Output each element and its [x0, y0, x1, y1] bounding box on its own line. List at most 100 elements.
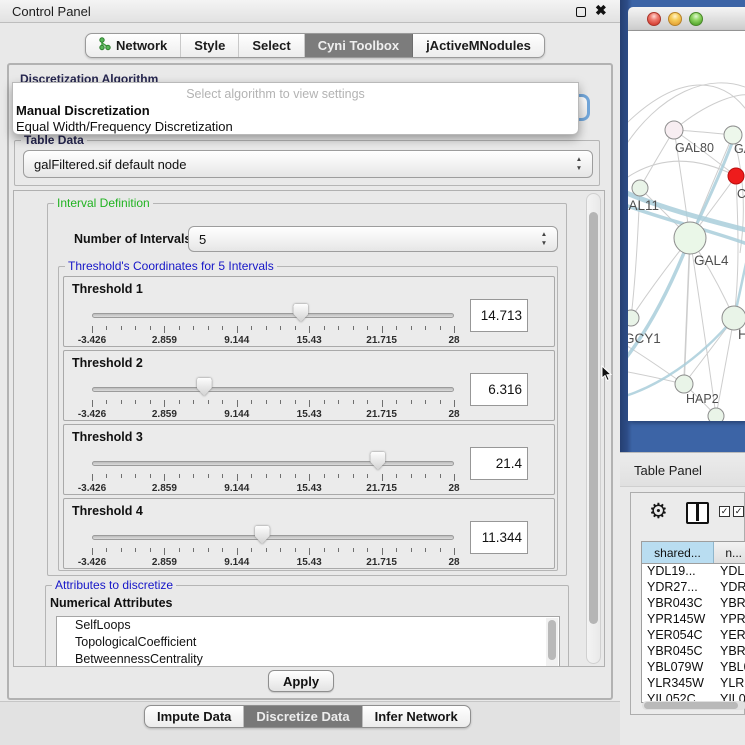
- number-of-intervals-combobox[interactable]: 5 ▲▼: [188, 226, 558, 252]
- group-title-table-data: Table Data: [21, 133, 87, 147]
- tick-mark: [353, 474, 354, 478]
- tick-mark: [150, 400, 151, 404]
- threshold-slider-track[interactable]: [92, 387, 454, 392]
- checkbox-icon[interactable]: ✓: [719, 506, 730, 517]
- tab-network[interactable]: Network: [86, 34, 181, 57]
- list-item[interactable]: SelfLoops: [57, 617, 559, 634]
- list-item[interactable]: BetweennessCentrality: [57, 651, 559, 667]
- tick-mark: [353, 548, 354, 552]
- node-table[interactable]: shared... n... YDL19...YDL1YDR27...YDR2Y…: [641, 541, 745, 703]
- threshold-slider-track[interactable]: [92, 461, 454, 466]
- network-edge: [628, 85, 745, 128]
- tick-label: 2.859: [134, 409, 194, 420]
- table-hscroll-thumb[interactable]: [644, 702, 738, 709]
- network-node-GAL80[interactable]: [665, 121, 683, 139]
- tab-style[interactable]: Style: [181, 34, 239, 57]
- tick-mark: [309, 474, 310, 481]
- vertical-scrollbar-thumb[interactable]: [589, 212, 598, 624]
- network-node-node-red[interactable]: [728, 168, 744, 184]
- tab-select[interactable]: Select: [239, 34, 304, 57]
- table-row[interactable]: YDR27...YDR2: [642, 580, 745, 596]
- zoom-traffic-icon[interactable]: [689, 12, 703, 26]
- threshold-slider-handle[interactable]: [370, 452, 385, 470]
- attributes-scrollbar-thumb[interactable]: [548, 620, 556, 660]
- network-node-HAP2[interactable]: [675, 375, 693, 393]
- close-icon[interactable]: ✖: [595, 2, 607, 19]
- tick-mark: [411, 326, 412, 330]
- threshold-slider-handle[interactable]: [255, 526, 270, 544]
- vertical-scrollbar[interactable]: [586, 193, 601, 664]
- tab-discretize-data[interactable]: Discretize Data: [244, 706, 362, 727]
- table-row[interactable]: YBL079WYBL0: [642, 660, 745, 676]
- tick-mark: [121, 548, 122, 552]
- table-row[interactable]: YER054CYER0: [642, 628, 745, 644]
- table-horizontal-scrollbar[interactable]: [642, 701, 745, 710]
- tick-label: 9.144: [207, 335, 267, 346]
- tick-mark: [440, 326, 441, 330]
- apply-button[interactable]: Apply: [268, 670, 334, 692]
- threshold-value-field[interactable]: 11.344: [470, 521, 528, 554]
- tick-mark: [193, 400, 194, 404]
- column-header-name[interactable]: n...: [714, 542, 745, 563]
- tick-mark: [164, 548, 165, 555]
- tab-infer-network[interactable]: Infer Network: [363, 706, 470, 727]
- tick-mark: [179, 400, 180, 404]
- tab-cyni-toolbox[interactable]: Cyni Toolbox: [305, 34, 413, 57]
- tab-label: Network: [116, 38, 167, 53]
- network-node-GAL4[interactable]: [674, 222, 706, 254]
- tick-mark: [222, 400, 223, 404]
- column-header-shared-name[interactable]: shared...: [642, 542, 714, 563]
- threshold-value-field[interactable]: 21.4: [470, 447, 528, 480]
- table-row[interactable]: YBR043CYBR0: [642, 596, 745, 612]
- tab-impute-data[interactable]: Impute Data: [145, 706, 244, 727]
- group-title-interval-definition: Interval Definition: [54, 196, 153, 210]
- threshold-slider-handle[interactable]: [197, 378, 212, 396]
- tick-mark: [208, 548, 209, 552]
- tick-mark: [367, 474, 368, 478]
- interval-definition-group: Interval Definition Number of Intervals …: [47, 203, 567, 576]
- tab-jactivemnodules[interactable]: jActiveMNodules: [413, 34, 544, 57]
- threshold-value-field[interactable]: 14.713: [470, 299, 528, 332]
- gear-icon[interactable]: ⚙: [649, 499, 668, 524]
- attributes-group: Attributes to discretize Numerical Attri…: [45, 585, 569, 667]
- threshold-box: Threshold 4-3.4262.8599.14415.4321.71528…: [63, 498, 555, 569]
- tick-mark: [382, 548, 383, 555]
- checkbox-icon[interactable]: ✓: [733, 506, 744, 517]
- tick-mark: [92, 548, 93, 555]
- network-node-GCY1[interactable]: [628, 310, 639, 326]
- attributes-scrollbar[interactable]: [546, 618, 558, 667]
- table-row[interactable]: YBR045CYBR0: [642, 644, 745, 660]
- close-traffic-icon[interactable]: [647, 12, 661, 26]
- table-data-combobox[interactable]: galFiltered.sif default node ▲▼: [23, 150, 593, 178]
- float-icon[interactable]: [576, 7, 586, 17]
- tick-mark: [382, 326, 383, 333]
- table-panel-titlebar: Table Panel: [620, 452, 745, 487]
- network-node-GAL11[interactable]: [632, 180, 648, 196]
- tick-mark: [179, 474, 180, 478]
- table-row[interactable]: YDL19...YDL1: [642, 564, 745, 580]
- tick-label: 2.859: [134, 557, 194, 568]
- table-row[interactable]: YLR345WYLR3: [642, 676, 745, 692]
- algorithm-option[interactable]: Equal Width/Frequency Discretization: [16, 119, 233, 134]
- tick-mark: [222, 474, 223, 478]
- network-canvas[interactable]: GAL80GACGAL11GAL4GCY1HHAP2: [628, 31, 745, 421]
- tick-mark: [135, 548, 136, 552]
- tick-mark: [440, 400, 441, 404]
- network-node-node-bottom[interactable]: [708, 408, 724, 421]
- threshold-slider-track[interactable]: [92, 535, 454, 540]
- threshold-slider-handle[interactable]: [293, 304, 308, 322]
- threshold-slider-track[interactable]: [92, 313, 454, 318]
- tick-mark: [411, 474, 412, 478]
- cell-name: YBL0: [714, 660, 745, 676]
- algorithm-option[interactable]: Manual Discretization: [16, 103, 150, 118]
- tick-mark: [425, 548, 426, 552]
- threshold-value-field[interactable]: 6.316: [470, 373, 528, 406]
- node-label-node-red: C: [737, 187, 745, 201]
- minimize-traffic-icon[interactable]: [668, 12, 682, 26]
- tick-mark: [135, 400, 136, 404]
- node-label-GCY1: GCY1: [628, 331, 661, 346]
- numerical-attributes-list[interactable]: SelfLoopsTopologicalCoefficientBetweenne…: [56, 616, 560, 667]
- list-item[interactable]: TopologicalCoefficient: [57, 634, 559, 651]
- table-row[interactable]: YPR145WYPR1: [642, 612, 745, 628]
- columns-icon[interactable]: [686, 502, 709, 524]
